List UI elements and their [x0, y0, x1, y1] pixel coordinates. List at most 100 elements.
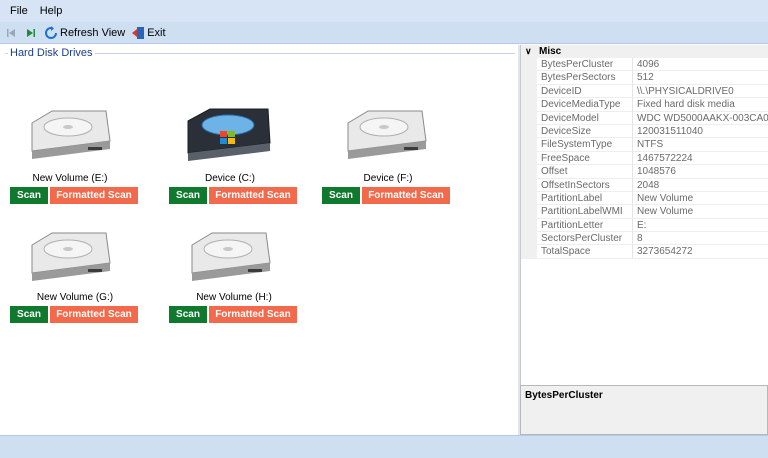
drive-label-h: New Volume (H:)	[196, 292, 272, 303]
property-rows: BytesPerCluster 4096 BytesPerSectors 512 Dev…	[521, 58, 768, 259]
property-value: NTFS	[633, 138, 768, 152]
property-name: OffsetInSectors	[537, 178, 633, 192]
status-bar	[0, 435, 768, 458]
scan-button-f[interactable]: Scan	[322, 187, 360, 204]
property-value: WDC WD5000AAKX-003CA0 ATA	[633, 112, 768, 125]
scan-button-c[interactable]: Scan	[169, 187, 207, 204]
property-row[interactable]: FileSystemType NTFS	[521, 138, 768, 152]
first-button[interactable]	[4, 26, 18, 40]
property-name: PartitionLabel	[537, 191, 633, 206]
menu-bar: File Help	[0, 0, 768, 22]
property-grid: ∨ Misc BytesPerCluster 4096 BytesPerSector…	[520, 45, 768, 385]
exit-button[interactable]: Exit	[131, 26, 166, 40]
property-name: DeviceMediaType	[537, 98, 633, 112]
property-row-gutter	[521, 151, 537, 166]
skip-first-icon	[4, 26, 18, 40]
property-value: 120031511040	[633, 125, 768, 139]
property-row[interactable]: PartitionLabel New Volume	[521, 191, 768, 206]
drive-label-c: Device (C:)	[204, 173, 255, 184]
property-row-gutter	[521, 71, 537, 85]
property-row-gutter	[521, 205, 537, 219]
formatted-scan-button-g[interactable]: Formatted Scan	[50, 306, 138, 323]
property-row[interactable]: DeviceSize 120031511040	[521, 124, 768, 139]
property-value: 4096	[633, 58, 768, 72]
property-category-label: Misc	[539, 46, 562, 57]
drives-group-title: Hard Disk Drives	[8, 47, 95, 59]
property-name: FileSystemType	[537, 138, 633, 152]
property-row[interactable]: PartitionLabelWMI New Volume	[521, 205, 768, 219]
property-value: 8	[633, 232, 768, 246]
property-value: 2048	[633, 179, 768, 192]
exit-label: Exit	[147, 26, 166, 39]
property-row[interactable]: TotalSpace 3273654272	[521, 245, 768, 259]
skip-last-icon	[24, 26, 38, 40]
property-row-gutter	[521, 138, 537, 152]
property-name: PartitionLabelWMI	[537, 205, 633, 219]
property-row[interactable]: BytesPerSectors 512	[521, 71, 768, 85]
property-description-title: BytesPerCluster	[525, 390, 603, 401]
property-row-gutter	[521, 124, 537, 139]
property-row[interactable]: FreeSpace 1467572224	[521, 151, 768, 166]
property-value: 512	[633, 71, 768, 85]
toolbar: Refresh View Exit	[0, 22, 768, 44]
property-row-gutter	[521, 178, 537, 192]
property-value: New Volume	[633, 192, 768, 206]
property-row-gutter	[521, 111, 537, 125]
property-name: DeviceID	[537, 84, 633, 99]
property-name: Offset	[537, 165, 633, 179]
formatted-scan-button-h[interactable]: Formatted Scan	[209, 306, 297, 323]
property-row[interactable]: DeviceModelWDC WD5000AAKX-003CA0 ATA	[521, 111, 768, 125]
property-name: BytesPerSectors	[537, 71, 633, 85]
property-row[interactable]: PartitionLetter E:	[521, 218, 768, 233]
property-value: 1467572224	[633, 152, 768, 166]
property-row[interactable]: SectorsPerCluster 8	[521, 232, 768, 246]
scan-button-h[interactable]: Scan	[169, 306, 207, 323]
drives-panel: Hard Disk Drives New Volume (E:) Scan Fo…	[0, 45, 518, 435]
property-name: DeviceSize	[537, 124, 633, 139]
property-name: TotalSpace	[537, 245, 633, 259]
property-row[interactable]: OffsetInSectors 2048	[521, 178, 768, 192]
property-row-gutter	[521, 58, 537, 72]
property-row-gutter	[521, 218, 537, 233]
refresh-view-button[interactable]: Refresh View	[44, 25, 126, 40]
formatted-scan-button-e[interactable]: Formatted Scan	[50, 187, 138, 204]
property-category-misc[interactable]: ∨ Misc	[521, 45, 768, 58]
hard-drive-icon	[191, 232, 271, 281]
refresh-view-label: Refresh View	[60, 26, 126, 39]
property-name: SectorsPerCluster	[537, 232, 633, 246]
property-value: Fixed hard disk media	[633, 98, 768, 112]
property-name: FreeSpace	[537, 151, 633, 166]
property-value: 1048576	[633, 165, 768, 179]
property-row-gutter	[521, 191, 537, 206]
formatted-scan-button-f[interactable]: Formatted Scan	[362, 187, 450, 204]
property-name: PartitionLetter	[537, 218, 633, 233]
property-value: New Volume	[633, 205, 768, 219]
property-row[interactable]: DeviceMediaType Fixed hard disk media	[521, 98, 768, 112]
exit-icon	[131, 26, 145, 40]
menu-help[interactable]: Help	[34, 5, 69, 17]
property-row[interactable]: BytesPerCluster 4096	[521, 58, 768, 72]
property-name: BytesPerCluster	[537, 58, 633, 72]
hard-drive-icon	[31, 232, 111, 281]
property-value: \\.\PHYSICALDRIVE0	[633, 85, 768, 99]
property-row-gutter	[521, 232, 537, 246]
windows-drive-icon	[187, 108, 271, 161]
drive-label-f: Device (F:)	[363, 173, 413, 184]
drive-label-g: New Volume (G:)	[36, 292, 114, 303]
property-description-panel: BytesPerCluster	[520, 385, 768, 435]
chevron-down-icon[interactable]: ∨	[525, 46, 539, 57]
property-row[interactable]: DeviceID \\.\PHYSICALDRIVE0	[521, 84, 768, 99]
formatted-scan-button-c[interactable]: Formatted Scan	[209, 187, 297, 204]
property-value: 3273654272	[633, 245, 768, 259]
property-row-gutter	[521, 245, 537, 259]
scan-button-g[interactable]: Scan	[10, 306, 48, 323]
hard-drive-icon	[31, 110, 111, 159]
property-row[interactable]: Offset 1048576	[521, 165, 768, 179]
last-button[interactable]	[24, 26, 38, 40]
menu-file[interactable]: File	[4, 5, 34, 17]
refresh-icon	[44, 25, 58, 40]
property-row-gutter	[521, 84, 537, 99]
property-name: DeviceModel	[537, 111, 633, 125]
scan-button-e[interactable]: Scan	[10, 187, 48, 204]
property-row-gutter	[521, 98, 537, 112]
